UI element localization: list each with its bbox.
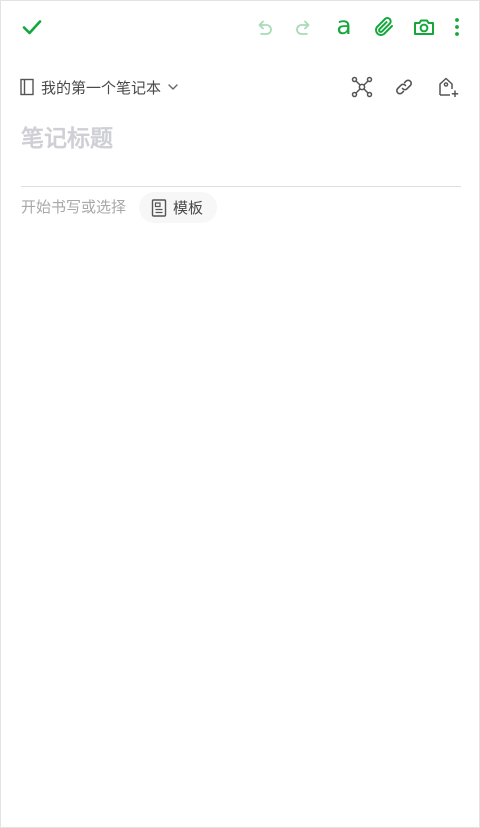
notebook-selector[interactable]: 我的第一个笔记本 <box>19 75 179 99</box>
undo-button[interactable] <box>246 9 282 45</box>
top-toolbar: a <box>1 1 480 53</box>
format-text-button[interactable]: a <box>326 9 362 45</box>
camera-icon <box>414 19 434 35</box>
title-divider <box>21 186 461 187</box>
template-icon <box>151 198 167 217</box>
body-hint-text: 开始书写或选择 <box>21 198 127 216</box>
undo-icon <box>258 20 272 35</box>
attach-button[interactable] <box>366 9 402 45</box>
chevron-down-icon <box>168 84 178 90</box>
more-button[interactable] <box>439 9 475 45</box>
notebook-icon <box>20 78 34 96</box>
add-tag-icon <box>439 77 459 97</box>
paperclip-icon <box>375 17 393 36</box>
link-button[interactable] <box>386 69 422 105</box>
mindmap-button[interactable] <box>344 69 380 105</box>
template-button[interactable]: 模板 <box>139 192 218 223</box>
note-editor-screen: a 我的第一个笔记本 笔记标题 开始书写或选择 模板 <box>0 0 480 828</box>
add-tag-button[interactable] <box>430 69 466 105</box>
done-button[interactable] <box>14 9 50 45</box>
redo-button[interactable] <box>286 9 322 45</box>
notebook-row: 我的第一个笔记本 <box>1 69 480 105</box>
template-label: 模板 <box>173 199 204 217</box>
format-text-icon: a <box>336 10 352 40</box>
more-vertical-icon <box>455 18 459 36</box>
link-icon <box>396 79 412 95</box>
redo-icon <box>296 20 310 35</box>
checkmark-icon <box>22 20 42 35</box>
note-body-editor[interactable] <box>21 231 461 811</box>
notebook-name: 我的第一个笔记本 <box>41 78 162 97</box>
mindmap-icon <box>351 76 373 98</box>
note-title-input[interactable] <box>21 119 461 159</box>
camera-button[interactable] <box>406 9 442 45</box>
